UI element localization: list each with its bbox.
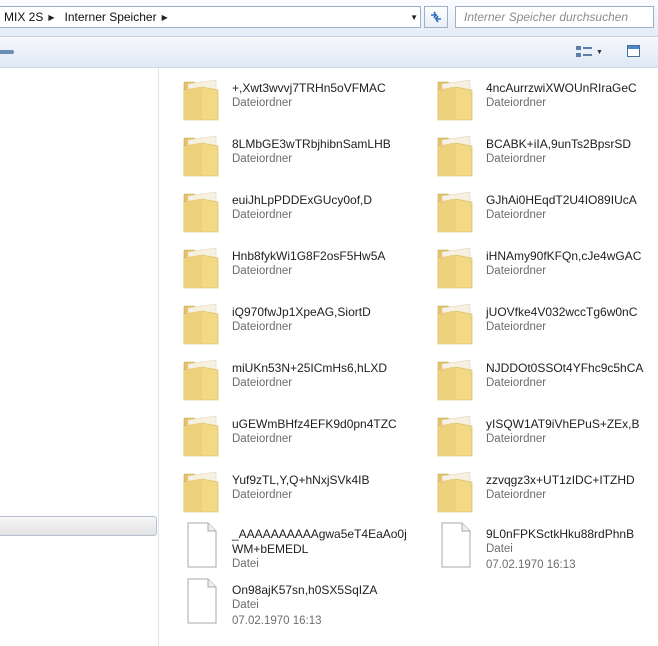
preview-pane-icon[interactable]	[627, 45, 640, 57]
folder-icon	[436, 410, 476, 463]
folder-item[interactable]: NJDDOt0SSOt4YFhc9c5hCA Dateiordner	[436, 354, 658, 410]
item-name: zzvqgz3x+UT1zIDC+ITZHD	[486, 473, 635, 487]
file-item[interactable]: _AAAAAAAAAAgwa5eT4EaAo0jWM+bEMEDL Datei	[182, 520, 422, 576]
folder-icon	[182, 466, 222, 519]
item-type: Dateiordner	[486, 489, 547, 501]
folder-icon	[436, 186, 476, 239]
item-name: Hnb8fykWi1G8F2osF5Hw5A	[232, 249, 386, 263]
refresh-button[interactable]	[424, 6, 448, 28]
item-name: BCABK+iIA,9unTs2BpsrSD	[486, 137, 632, 151]
item-type: Dateiordner	[486, 209, 547, 221]
item-name: +,Xwt3wvvj7TRHn5oVFMAC	[232, 81, 386, 95]
search-placeholder: Interner Speicher durchsuchen	[464, 10, 629, 24]
folder-item[interactable]: 8LMbGE3wTRbjhibnSamLHB Dateiordner	[182, 130, 422, 186]
folder-item[interactable]: 4ncAurrzwiXWOUnRIraGeC Dateiordner	[436, 74, 658, 130]
item-name: yISQW1AT9iVhEPuS+ZEx,B	[486, 417, 640, 431]
item-type: Dateiordner	[232, 97, 293, 109]
address-bar-row: MIX 2S ▶ Interner Speicher ▶ ▼ Interner …	[0, 0, 658, 37]
item-type: Dateiordner	[486, 321, 547, 333]
item-name: 4ncAurrzwiXWOUnRIraGeC	[486, 81, 637, 95]
item-name: GJhAi0HEqdT2U4IO89IUcA	[486, 193, 637, 207]
view-options-icon	[576, 46, 592, 57]
item-type: Dateiordner	[486, 265, 547, 277]
folder-icon	[182, 298, 222, 351]
navigation-horizontal-scrollbar[interactable]	[0, 516, 157, 536]
folder-item[interactable]: zzvqgz3x+UT1zIDC+ITZHD Dateiordner	[436, 466, 658, 522]
file-icon	[182, 576, 222, 629]
item-type: Datei	[232, 599, 259, 611]
folder-icon	[182, 74, 222, 127]
change-view-button[interactable]: ▼	[575, 44, 613, 60]
item-name: 9L0nFPKSctkHku88rdPhnB	[486, 527, 635, 541]
item-date: 07.02.1970 16:13	[232, 615, 322, 627]
item-type: Dateiordner	[486, 433, 547, 445]
address-bar[interactable]: MIX 2S ▶ Interner Speicher ▶ ▼	[0, 6, 421, 28]
folder-item[interactable]: jUOVfke4V032wccTg6w0nC Dateiordner	[436, 298, 658, 354]
item-type: Datei	[232, 558, 259, 570]
item-type: Dateiordner	[232, 209, 293, 221]
item-type: Dateiordner	[232, 153, 293, 165]
item-type: Datei	[486, 543, 513, 555]
folder-item[interactable]: Yuf9zTL,Y,Q+hNxjSVk4IB Dateiordner	[182, 466, 422, 522]
item-type: Dateiordner	[232, 433, 293, 445]
item-name: Yuf9zTL,Y,Q+hNxjSVk4IB	[232, 473, 370, 487]
folder-item[interactable]: GJhAi0HEqdT2U4IO89IUcA Dateiordner	[436, 186, 658, 242]
item-type: Dateiordner	[486, 153, 547, 165]
item-name: jUOVfke4V032wccTg6w0nC	[486, 305, 638, 319]
file-icon	[182, 520, 222, 573]
search-input[interactable]: Interner Speicher durchsuchen	[455, 6, 654, 28]
item-name: iQ970fwJp1XpeAG,SiortD	[232, 305, 371, 319]
folder-icon	[182, 186, 222, 239]
item-name: uGEWmBHfz4EFK9d0pn4TZC	[232, 417, 397, 431]
item-name: miUKn53N+25ICmHs6,hLXD	[232, 361, 388, 375]
folder-item[interactable]: +,Xwt3wvvj7TRHn5oVFMAC Dateiordner	[182, 74, 422, 130]
file-item[interactable]: On98ajK57sn,h0SX5SqIZA Datei 07.02.1970 16…	[182, 576, 422, 632]
folder-icon	[436, 130, 476, 183]
folder-icon	[436, 354, 476, 407]
item-type: Dateiordner	[232, 265, 293, 277]
breadcrumb-storage[interactable]: Interner Speicher	[61, 10, 160, 24]
folder-icon	[182, 410, 222, 463]
toolbar-edge-marker	[0, 50, 14, 54]
folder-item[interactable]: iHNAmy90fKFQn,cJe4wGAC Dateiordner	[436, 242, 658, 298]
refresh-icon	[431, 11, 441, 23]
folder-item[interactable]: Hnb8fykWi1G8F2osF5Hw5A Dateiordner	[182, 242, 422, 298]
item-name: 8LMbGE3wTRbjhibnSamLHB	[232, 137, 391, 151]
item-name: _AAAAAAAAAAgwa5eT4EaAo0jWM+bEMEDL	[232, 527, 407, 556]
folder-item[interactable]: yISQW1AT9iVhEPuS+ZEx,B Dateiordner	[436, 410, 658, 466]
item-name: iHNAmy90fKFQn,cJe4wGAC	[486, 249, 642, 263]
folder-icon	[436, 298, 476, 351]
item-type: Dateiordner	[486, 97, 547, 109]
folder-item[interactable]: BCABK+iIA,9unTs2BpsrSD Dateiordner	[436, 130, 658, 186]
folder-icon	[436, 74, 476, 127]
view-dropdown-icon[interactable]: ▼	[596, 49, 603, 56]
item-name: euiJhLpPDDExGUcy0of,D	[232, 193, 373, 207]
folder-item[interactable]: uGEWmBHfz4EFK9d0pn4TZC Dateiordner	[182, 410, 422, 466]
file-item[interactable]: 9L0nFPKSctkHku88rdPhnB Datei 07.02.1970 16…	[436, 520, 658, 576]
command-bar: ▼	[0, 37, 658, 68]
item-name: On98ajK57sn,h0SX5SqIZA	[232, 583, 378, 597]
breadcrumb-arrow-icon[interactable]: ▶	[160, 13, 174, 22]
breadcrumb-device[interactable]: MIX 2S	[0, 10, 46, 24]
address-dropdown-icon[interactable]: ▼	[410, 13, 418, 22]
breadcrumb-arrow-icon[interactable]: ▶	[46, 13, 60, 22]
folder-icon	[436, 466, 476, 519]
item-date: 07.02.1970 16:13	[486, 559, 576, 571]
folder-icon	[182, 354, 222, 407]
folder-icon	[182, 130, 222, 183]
item-type: Dateiordner	[232, 321, 293, 333]
folder-item[interactable]: iQ970fwJp1XpeAG,SiortD Dateiordner	[182, 298, 422, 354]
folder-item[interactable]: euiJhLpPDDExGUcy0of,D Dateiordner	[182, 186, 422, 242]
folder-item[interactable]: miUKn53N+25ICmHs6,hLXD Dateiordner	[182, 354, 422, 410]
item-name: NJDDOt0SSOt4YFhc9c5hCA	[486, 361, 644, 375]
folder-icon	[182, 242, 222, 295]
item-type: Dateiordner	[232, 377, 293, 389]
file-icon	[436, 520, 476, 573]
item-type: Dateiordner	[486, 377, 547, 389]
navigation-pane[interactable]	[0, 68, 159, 646]
folder-icon	[436, 242, 476, 295]
item-type: Dateiordner	[232, 489, 293, 501]
